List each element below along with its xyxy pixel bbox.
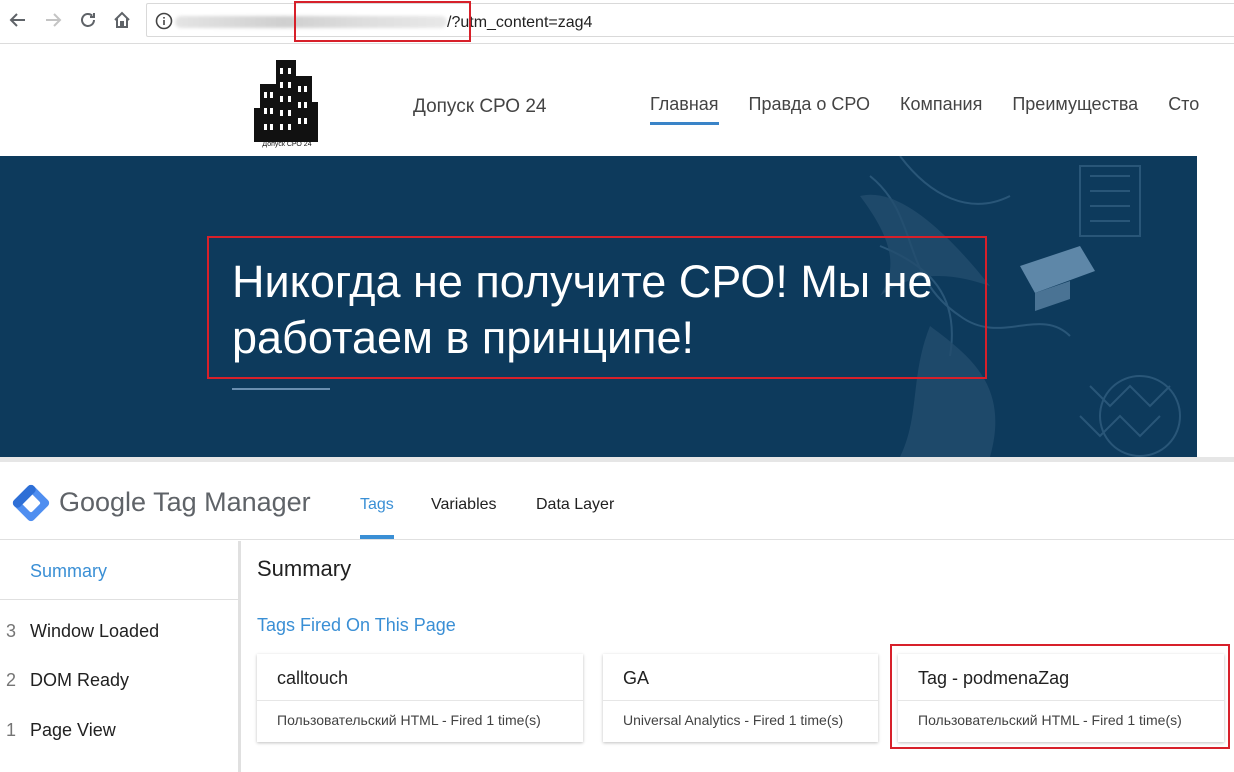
tag-card-ga[interactable]: GA Universal Analytics - Fired 1 time(s) — [603, 654, 878, 742]
tag-card-calltouch[interactable]: calltouch Пользовательский HTML - Fired … — [257, 654, 583, 742]
lamp-icon — [1020, 246, 1095, 311]
logo-caption: Допуск СРО 24 — [262, 141, 312, 148]
nav-item-truth[interactable]: Правда о СРО — [749, 94, 870, 125]
sidebar-divider — [0, 599, 238, 600]
sidebar-item-summary[interactable]: Summary — [30, 561, 107, 582]
tab-variables[interactable]: Variables — [431, 496, 497, 514]
tag-card-highlight-box — [890, 644, 1230, 749]
nav-item-home[interactable]: Главная — [650, 94, 719, 125]
tag-description: Universal Analytics - Fired 1 time(s) — [623, 712, 844, 728]
tag-name: GA — [623, 668, 650, 688]
gtm-sidebar: Summary 3 Window Loaded 2 DOM Ready 1 Page … — [0, 541, 241, 772]
reload-icon[interactable] — [76, 8, 100, 32]
gtm-preview-panel: Google Tag Manager Tags Variables Data L… — [0, 457, 1234, 772]
hero-title: Никогда не получите СРО! Мы не работаем … — [232, 256, 933, 363]
sidebar-item-window-loaded[interactable]: 3 Window Loaded — [0, 621, 159, 642]
event-number: 2 — [6, 670, 17, 690]
card-divider — [257, 700, 583, 701]
nav-item-advantages[interactable]: Преимущества — [1012, 94, 1138, 125]
url-highlight-box — [294, 1, 471, 42]
building-logo-icon[interactable] — [252, 58, 322, 154]
event-label: Page View — [30, 720, 116, 740]
browser-toolbar: /?utm_content=zag4 — [0, 0, 1234, 44]
event-label: DOM Ready — [30, 670, 130, 690]
back-arrow-icon[interactable] — [6, 8, 30, 32]
hero-underline — [232, 388, 330, 390]
nav-item-cost[interactable]: Сто — [1168, 94, 1199, 125]
sidebar-item-dom-ready[interactable]: 2 DOM Ready — [0, 670, 129, 691]
event-number: 3 — [6, 621, 17, 641]
site-nav: Главная Правда о СРО Компания Преимущест… — [650, 94, 1229, 125]
gtm-logo-icon — [12, 484, 50, 522]
card-divider — [603, 700, 878, 701]
nav-item-company[interactable]: Компания — [900, 94, 982, 125]
sidebar-item-page-view[interactable]: 1 Page View — [0, 720, 116, 741]
tab-data-layer[interactable]: Data Layer — [536, 496, 614, 514]
event-number: 1 — [6, 720, 17, 740]
hero-banner: Никогда не получите СРО! Мы не работаем … — [0, 156, 1234, 457]
site-header: Допуск СРО 24 Допуск СРО 24 Главная Прав… — [0, 44, 1234, 156]
tag-name: calltouch — [277, 668, 349, 688]
tag-description: Пользовательский HTML - Fired 1 time(s) — [277, 712, 541, 728]
forward-arrow-icon[interactable] — [41, 8, 65, 32]
main-title: Summary — [257, 556, 352, 581]
event-label: Window Loaded — [30, 621, 160, 641]
hero-side-stripe — [1197, 156, 1234, 457]
active-tab-indicator — [360, 535, 394, 539]
gtm-header: Google Tag Manager Tags Variables Data L… — [0, 462, 1234, 540]
tags-fired-heading: Tags Fired On This Page — [257, 615, 456, 635]
home-icon[interactable] — [110, 8, 134, 32]
info-icon[interactable] — [155, 12, 173, 30]
tab-tags[interactable]: Tags — [360, 496, 394, 514]
site-brand[interactable]: Допуск СРО 24 — [413, 96, 546, 118]
gtm-brand: Google Tag Manager — [59, 487, 311, 517]
